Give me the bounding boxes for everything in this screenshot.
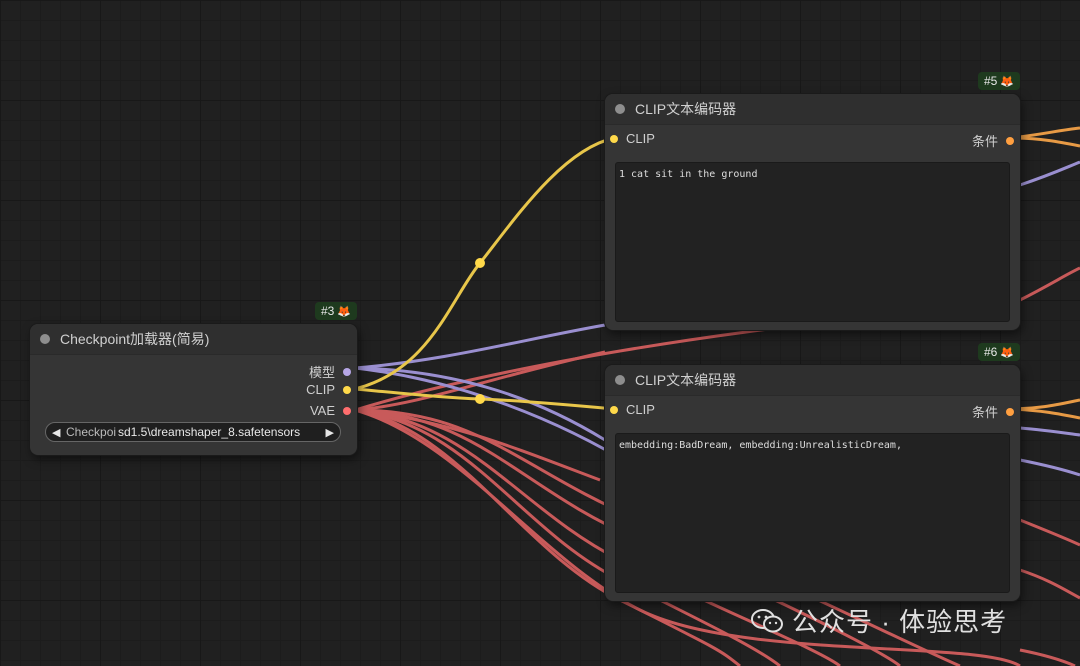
prompt-textarea[interactable]: 1 cat sit in the ground <box>615 162 1010 322</box>
node-title: CLIP文本编码器 <box>635 372 737 388</box>
output-slot-conditioning[interactable]: 条件 <box>972 131 1014 150</box>
output-slot-vae[interactable]: VAE <box>310 403 351 418</box>
conditioning-link[interactable] <box>1009 136 1080 148</box>
fox-icon: 🦊 <box>1000 347 1014 359</box>
clip-slot-dot[interactable] <box>343 385 351 394</box>
collapse-toggle[interactable] <box>40 334 50 344</box>
link-midpoint[interactable] <box>475 258 485 268</box>
fox-icon: 🦊 <box>337 306 351 318</box>
model-link[interactable] <box>1019 160 1080 187</box>
conditioning-link[interactable] <box>1009 407 1080 420</box>
conditioning-slot-dot[interactable] <box>1006 136 1014 145</box>
wechat-icon <box>751 608 783 632</box>
arrow-right-icon[interactable]: ▶ <box>326 426 334 439</box>
collapse-toggle[interactable] <box>615 104 625 114</box>
conditioning-link[interactable] <box>1009 398 1080 411</box>
node-id-badge: #5 🦊 <box>977 72 1020 90</box>
node-title: CLIP文本编码器 <box>635 101 737 117</box>
vae-link[interactable] <box>1019 518 1080 547</box>
clip-text-encode-node-negative[interactable]: #6 🦊 CLIP文本编码器 CLIP 条件 embedding:BadDream… <box>605 343 1020 601</box>
vae-link[interactable] <box>1019 266 1080 302</box>
conditioning-slot-dot[interactable] <box>1006 407 1014 416</box>
node-title: Checkpoint加载器(简易) <box>60 331 210 347</box>
clip-slot-dot[interactable] <box>610 134 618 143</box>
node-id-badge: #6 🦊 <box>977 343 1020 361</box>
prompt-textarea[interactable]: embedding:BadDream, embedding:Unrealisti… <box>615 433 1010 593</box>
watermark: 公众号 · 体验思考 <box>750 602 1007 639</box>
vae-link[interactable] <box>1019 568 1080 600</box>
node-title-bar[interactable]: CLIP文本编码器 <box>605 94 1020 125</box>
fox-icon: 🦊 <box>1000 76 1014 88</box>
arrow-left-icon[interactable]: ◀ <box>52 426 60 439</box>
node-title-bar[interactable]: Checkpoint加载器(简易) <box>30 324 357 355</box>
input-slot-clip[interactable]: CLIP <box>610 402 655 417</box>
collapse-toggle[interactable] <box>615 375 625 385</box>
model-slot-dot[interactable] <box>343 367 351 376</box>
model-link[interactable] <box>1019 426 1080 437</box>
node-title-bar[interactable]: CLIP文本编码器 <box>605 365 1020 396</box>
output-slot-conditioning[interactable]: 条件 <box>972 402 1014 421</box>
ckpt-name-combo[interactable]: ◀ Checkpoi sd1.5\dreamshaper_8.safetenso… <box>45 422 341 442</box>
clip-text-encode-node-positive[interactable]: #5 🦊 CLIP文本编码器 CLIP 条件 1 cat sit in the g… <box>605 72 1020 330</box>
clip-slot-dot[interactable] <box>610 405 618 414</box>
output-slot-model[interactable]: 模型 <box>309 362 351 381</box>
watermark-text: 公众号 · 体验思考 <box>792 607 1008 637</box>
vae-slot-dot[interactable] <box>343 406 351 415</box>
node-id-badge: #3 🦊 <box>314 302 357 320</box>
model-link[interactable] <box>1019 458 1080 477</box>
vae-link[interactable] <box>1019 648 1076 666</box>
conditioning-link[interactable] <box>1009 126 1080 140</box>
link-midpoint[interactable] <box>475 394 485 404</box>
output-slot-clip[interactable]: CLIP <box>306 382 351 397</box>
input-slot-clip[interactable]: CLIP <box>610 131 655 146</box>
checkpoint-loader-node[interactable]: #3 🦊 Checkpoint加载器(简易) 模型 CLIP VAE ◀ Chec… <box>30 302 357 455</box>
